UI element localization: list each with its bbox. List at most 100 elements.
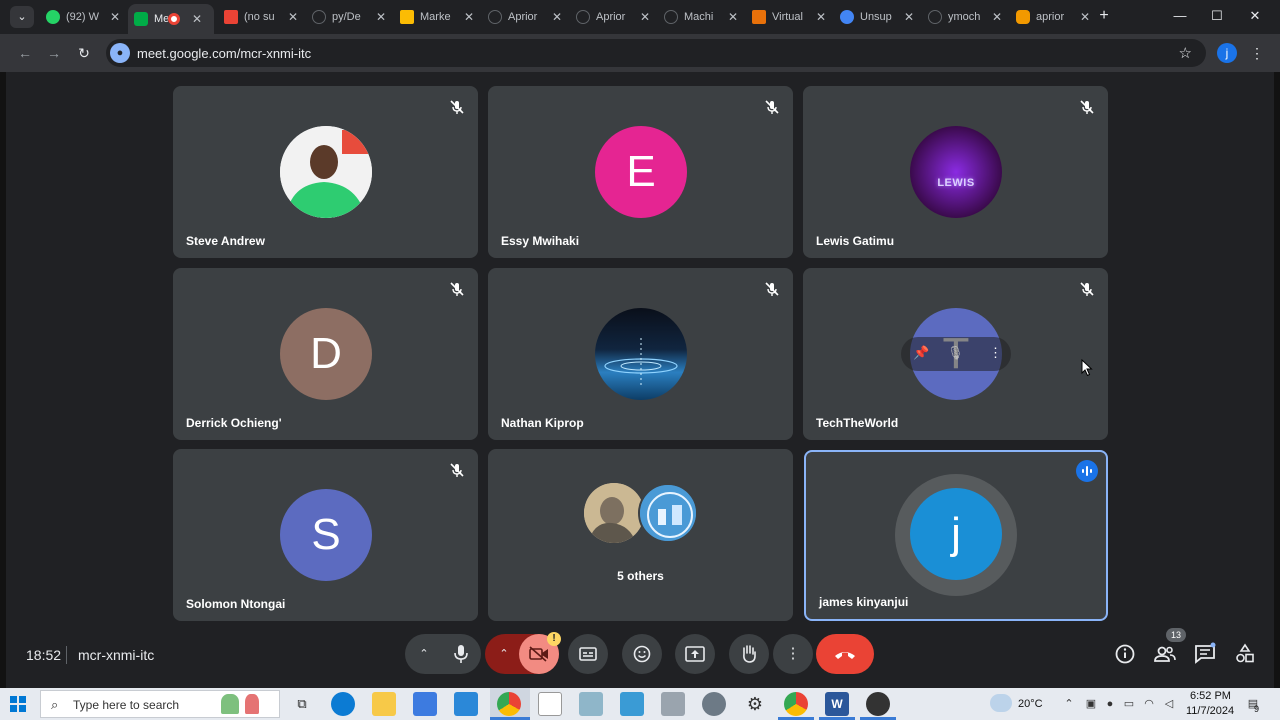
- app-icon[interactable]: [579, 692, 603, 716]
- chrome-icon[interactable]: [784, 692, 808, 716]
- close-icon[interactable]: ✕: [552, 10, 562, 24]
- tab-title: py/De: [332, 11, 361, 23]
- clock-time[interactable]: 6:52 PM: [1190, 690, 1231, 702]
- weather-icon[interactable]: [990, 694, 1012, 712]
- app-icon[interactable]: [702, 692, 726, 716]
- activities-button[interactable]: [1233, 642, 1257, 666]
- browser-tab[interactable]: aprior ✕: [1010, 4, 1096, 30]
- participant-tile[interactable]: S Solomon Ntongai: [173, 449, 478, 621]
- microphone-control[interactable]: ⌃: [405, 634, 481, 674]
- bookmark-star-icon[interactable]: ☆: [1179, 44, 1192, 62]
- browser-tab[interactable]: Aprior ✕: [570, 4, 656, 30]
- search-icon: ⌕: [51, 697, 59, 712]
- raise-hand-button[interactable]: [729, 634, 769, 674]
- participant-tile-speaking[interactable]: j james kinyanjui: [804, 450, 1108, 621]
- browser-tab[interactable]: Unsup ✕: [834, 4, 920, 30]
- edge-icon[interactable]: [331, 692, 355, 716]
- taskbar-search-box[interactable]: ⌕ Type here to search: [40, 690, 280, 718]
- close-icon[interactable]: ✕: [110, 10, 120, 24]
- maximize-icon[interactable]: ☐: [1207, 6, 1227, 26]
- chrome-icon[interactable]: [497, 692, 521, 716]
- tray-mic-icon[interactable]: ●: [1103, 697, 1117, 711]
- browser-tab[interactable]: Marke ✕: [394, 4, 480, 30]
- show-hidden-icons-chevron[interactable]: ⌃: [1062, 697, 1076, 711]
- participant-tile[interactable]: Nathan Kiprop: [488, 268, 793, 440]
- audio-options-chevron-icon[interactable]: ⌃: [409, 634, 439, 674]
- document-icon[interactable]: [538, 692, 562, 716]
- close-icon[interactable]: ✕: [992, 10, 1002, 24]
- clock-date[interactable]: 11/7/2024: [1186, 705, 1234, 717]
- minimize-icon[interactable]: —: [1170, 6, 1190, 26]
- github-icon: [488, 10, 502, 24]
- word-icon[interactable]: W: [825, 692, 849, 716]
- settings-gear-icon[interactable]: ⚙: [743, 692, 767, 716]
- windows-start-icon[interactable]: [10, 696, 26, 712]
- reactions-button[interactable]: [622, 634, 662, 674]
- tray-app-icon[interactable]: ▣: [1084, 697, 1098, 711]
- others-tile[interactable]: 5 others: [488, 449, 793, 621]
- participant-tile[interactable]: Steve Andrew: [173, 86, 478, 258]
- browser-tab[interactable]: py/De ✕: [306, 4, 392, 30]
- microphone-site-icon[interactable]: ●: [110, 43, 130, 63]
- meeting-code: mcr-xnmi-itc: [78, 647, 155, 663]
- close-icon[interactable]: ✕: [288, 10, 298, 24]
- captions-button[interactable]: [568, 634, 608, 674]
- task-view-icon[interactable]: ⧉: [290, 692, 314, 716]
- present-screen-button[interactable]: [675, 634, 715, 674]
- app-icon[interactable]: [620, 692, 644, 716]
- address-bar[interactable]: ● meet.google.com/mcr-xnmi-itc ☆: [106, 39, 1206, 67]
- close-icon[interactable]: ✕: [1080, 10, 1090, 24]
- meeting-details-button[interactable]: [1113, 642, 1137, 666]
- file-explorer-icon[interactable]: [372, 692, 396, 716]
- mail-icon[interactable]: [454, 692, 478, 716]
- more-options-icon[interactable]: ⋮: [989, 345, 1002, 361]
- people-icon: [1154, 646, 1176, 662]
- wifi-icon[interactable]: ◠: [1142, 697, 1156, 711]
- more-options-button[interactable]: ⋮: [773, 634, 813, 674]
- browser-tab[interactable]: (no su ✕: [218, 4, 304, 30]
- microphone-button[interactable]: [441, 634, 481, 674]
- battery-icon[interactable]: ▭: [1122, 697, 1136, 711]
- close-icon[interactable]: ✕: [728, 10, 738, 24]
- participant-tile[interactable]: LEWIS Lewis Gatimu: [803, 86, 1108, 258]
- tab-title: Marke: [420, 11, 451, 23]
- close-icon[interactable]: ✕: [376, 10, 386, 24]
- volume-icon[interactable]: ◁: [1162, 697, 1176, 711]
- browser-tab[interactable]: Aprior ✕: [482, 4, 568, 30]
- new-tab-button[interactable]: +: [1096, 6, 1112, 26]
- divider: [66, 646, 67, 664]
- window-close-icon[interactable]: ✕: [1245, 6, 1265, 26]
- close-icon[interactable]: ✕: [640, 10, 650, 24]
- participant-avatar-initial: E: [595, 126, 687, 218]
- people-button[interactable]: [1153, 642, 1177, 666]
- leave-call-button[interactable]: [816, 634, 874, 674]
- tab-search-button[interactable]: ⌄: [10, 6, 34, 28]
- other-participant-photo: [584, 483, 644, 543]
- mute-participant-icon[interactable]: 🎙: [947, 345, 964, 361]
- video-options-chevron-icon[interactable]: ⌃: [489, 634, 519, 674]
- store-icon[interactable]: [413, 692, 437, 716]
- profile-avatar[interactable]: j: [1217, 43, 1237, 63]
- obs-icon[interactable]: [866, 692, 890, 716]
- browser-tab[interactable]: (92) W ✕: [40, 4, 126, 30]
- browser-menu-icon[interactable]: ⋮: [1250, 43, 1264, 63]
- browser-tab[interactable]: Virtual ✕: [746, 4, 832, 30]
- participant-tile[interactable]: D Derrick Ochieng': [173, 268, 478, 440]
- url-text[interactable]: meet.google.com/mcr-xnmi-itc: [137, 46, 311, 61]
- chat-button[interactable]: [1193, 642, 1217, 666]
- forward-icon[interactable]: →: [44, 43, 64, 63]
- browser-tab-active[interactable]: Me ✕: [128, 4, 214, 34]
- close-icon[interactable]: ✕: [904, 10, 914, 24]
- participant-tile[interactable]: E Essy Mwihaki: [488, 86, 793, 258]
- pin-icon[interactable]: 📌: [913, 345, 929, 361]
- browser-tab[interactable]: ymoch ✕: [922, 4, 1008, 30]
- browser-tab[interactable]: Machi ✕: [658, 4, 744, 30]
- close-icon[interactable]: ✕: [192, 12, 202, 26]
- back-icon[interactable]: ←: [15, 43, 35, 63]
- temperature[interactable]: 20°C: [1018, 698, 1043, 710]
- close-icon[interactable]: ✕: [816, 10, 826, 24]
- reload-icon[interactable]: ↻: [74, 43, 94, 63]
- close-icon[interactable]: ✕: [464, 10, 474, 24]
- app-icon[interactable]: [661, 692, 685, 716]
- participant-tile[interactable]: T 📌 🎙 ⋮ TechTheWorld: [803, 268, 1108, 440]
